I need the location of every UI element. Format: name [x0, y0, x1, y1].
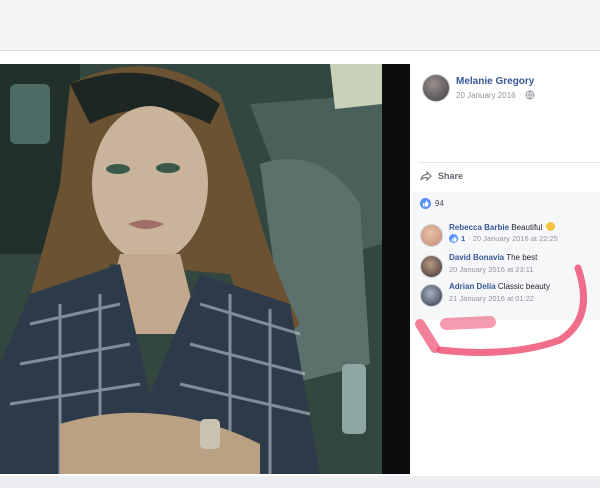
thumbs-up-icon: [420, 198, 431, 209]
post-details-panel: Melanie Gregory 20 January 2016 Share 94…: [412, 64, 600, 474]
share-button[interactable]: Share: [420, 169, 463, 183]
post-photo-viewer[interactable]: [0, 64, 410, 474]
author-name[interactable]: Melanie Gregory: [456, 76, 534, 87]
divider: [418, 162, 600, 163]
comment-meta: 20 January 2016 at 23:11: [449, 265, 534, 274]
commenter-avatar[interactable]: [420, 255, 443, 278]
comment-item: Adrian Delia Classic beauty 21 January 2…: [420, 282, 600, 308]
commenter-name[interactable]: Rebecca Barbie: [449, 223, 509, 232]
post-photo[interactable]: [0, 64, 382, 474]
author-avatar[interactable]: [422, 74, 450, 102]
comment-text-line: Adrian Delia Classic beauty: [449, 282, 550, 291]
like-count: 94: [435, 199, 444, 208]
comment-meta: 1 · 20 January 2016 at 22:25: [449, 234, 558, 243]
page-footer-strip: [0, 476, 600, 488]
comment-text-line: David Bonavia The best: [449, 253, 537, 262]
commenter-avatar[interactable]: [420, 224, 443, 247]
comment-text-line: Rebecca Barbie Beautiful: [449, 222, 555, 232]
post-date[interactable]: 20 January 2016: [456, 91, 516, 100]
share-arrow-icon: [420, 171, 432, 181]
comment-timestamp[interactable]: 21 January 2016 at 01:22: [449, 294, 534, 303]
comment-meta: 21 January 2016 at 01:22: [449, 294, 534, 303]
comment-item: David Bonavia The best 20 January 2016 a…: [420, 253, 600, 279]
thumbs-up-icon: [449, 234, 458, 243]
reactions-summary[interactable]: 94: [420, 198, 444, 209]
commenter-name[interactable]: Adrian Delia: [449, 282, 496, 291]
globe-icon: [525, 90, 535, 100]
comment-body: The best: [506, 253, 538, 262]
commenter-avatar[interactable]: [420, 284, 443, 307]
comment-body: Classic beauty: [497, 282, 550, 291]
heart-eyes-emoji-icon: [545, 222, 555, 231]
comment-timestamp[interactable]: 20 January 2016 at 23:11: [449, 265, 534, 274]
photo-illustration: [0, 64, 382, 474]
comment-like-count[interactable]: 1: [461, 234, 465, 243]
comment-body: Beautiful: [511, 223, 543, 232]
comment-timestamp[interactable]: · 20 January 2016 at 22:25: [468, 234, 558, 243]
commenter-name[interactable]: David Bonavia: [449, 253, 504, 262]
comment-item: Rebecca Barbie Beautiful 1 · 20 January …: [420, 222, 600, 248]
share-label: Share: [438, 171, 464, 181]
page-header-strip: [0, 0, 600, 51]
